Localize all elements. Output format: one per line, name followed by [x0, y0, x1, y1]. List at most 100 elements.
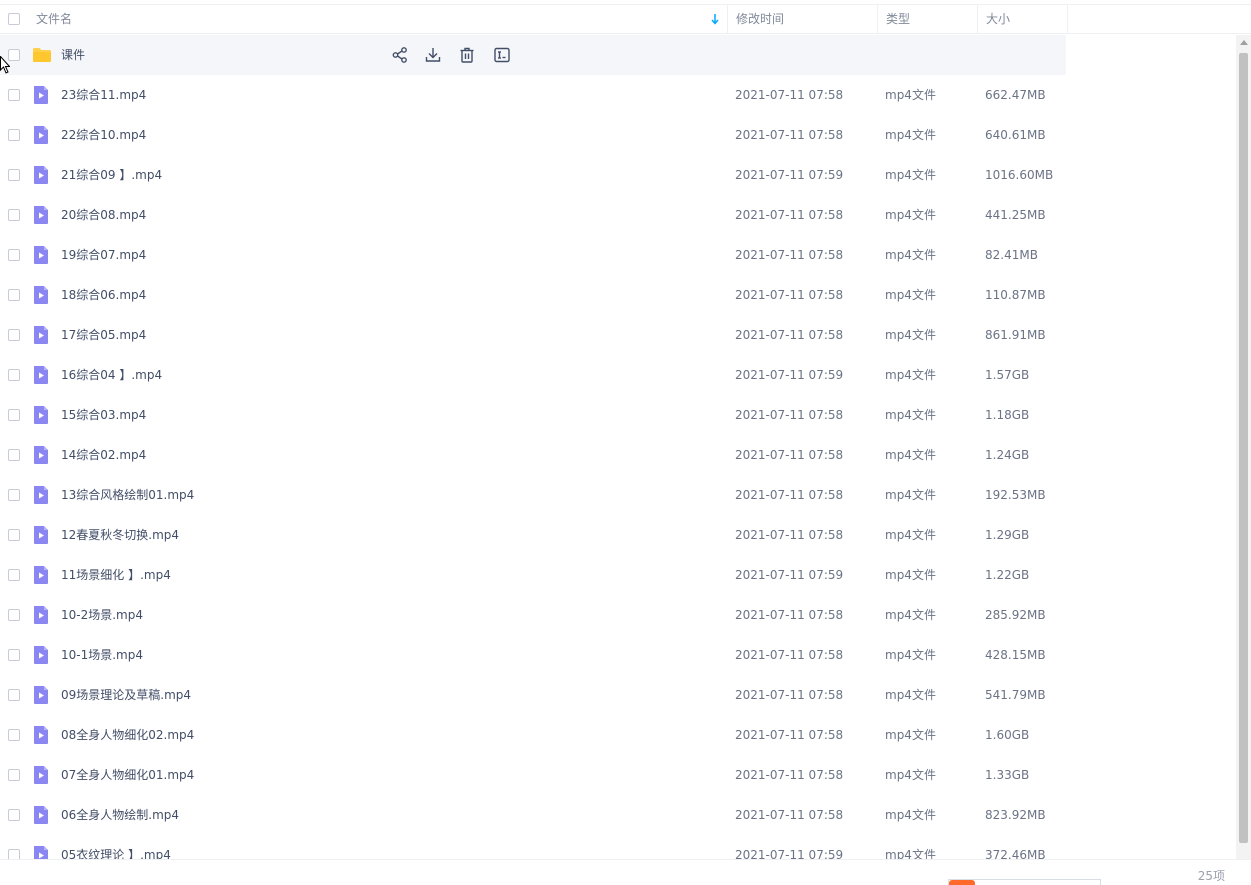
- file-type: mp4文件: [885, 768, 936, 782]
- file-name[interactable]: 16综合04 】.mp4: [61, 355, 162, 395]
- file-row[interactable]: 13综合风格绘制01.mp4 2021-07-11 07:58 mp4文件 19…: [0, 475, 1066, 515]
- row-checkbox[interactable]: [8, 489, 20, 501]
- row-checkbox[interactable]: [8, 769, 20, 781]
- file-mtime: 2021-07-11 07:58: [735, 688, 844, 702]
- row-checkbox[interactable]: [8, 529, 20, 541]
- file-name[interactable]: 15综合03.mp4: [61, 395, 146, 435]
- row-checkbox[interactable]: [8, 329, 20, 341]
- file-size: 1.57GB: [985, 368, 1030, 382]
- file-name[interactable]: 23综合11.mp4: [61, 75, 146, 115]
- row-checkbox[interactable]: [8, 649, 20, 661]
- column-header-mtime[interactable]: 修改时间: [727, 5, 877, 33]
- column-header-size[interactable]: 大小: [977, 5, 1067, 33]
- file-row[interactable]: 22综合10.mp4 2021-07-11 07:58 mp4文件 640.61…: [0, 115, 1066, 155]
- file-row[interactable]: 15综合03.mp4 2021-07-11 07:58 mp4文件 1.18GB: [0, 395, 1066, 435]
- row-checkbox[interactable]: [8, 409, 20, 421]
- row-checkbox[interactable]: [8, 289, 20, 301]
- file-row[interactable]: 09场景理论及草稿.mp4 2021-07-11 07:58 mp4文件 541…: [0, 675, 1066, 715]
- file-name[interactable]: 21综合09 】.mp4: [61, 155, 162, 195]
- file-name[interactable]: 09场景理论及草稿.mp4: [61, 675, 191, 715]
- file-row[interactable]: 05衣纹理论 】.mp4 2021-07-11 07:59 mp4文件 372.…: [0, 835, 1066, 859]
- row-checkbox[interactable]: [8, 249, 20, 261]
- row-checkbox[interactable]: [8, 609, 20, 621]
- folder-name[interactable]: 课件: [61, 35, 85, 75]
- file-row[interactable]: 17综合05.mp4 2021-07-11 07:58 mp4文件 861.91…: [0, 315, 1066, 355]
- file-type: mp4文件: [885, 808, 936, 822]
- scroll-thumb[interactable]: [1239, 53, 1248, 843]
- file-mtime: 2021-07-11 07:58: [735, 88, 844, 102]
- file-row[interactable]: 14综合02.mp4 2021-07-11 07:58 mp4文件 1.24GB: [0, 435, 1066, 475]
- select-all-checkbox[interactable]: [8, 13, 20, 25]
- video-file-icon: [32, 325, 50, 345]
- file-name[interactable]: 12春夏秋冬切换.mp4: [61, 515, 179, 555]
- floating-widget[interactable]: [948, 879, 1101, 885]
- video-file-icon: [32, 245, 50, 265]
- file-mtime: 2021-07-11 07:58: [735, 208, 844, 222]
- file-mtime: 2021-07-11 07:58: [735, 488, 844, 502]
- video-file-icon: [32, 125, 50, 145]
- file-type: mp4文件: [885, 128, 936, 142]
- file-name[interactable]: 05衣纹理论 】.mp4: [61, 835, 171, 859]
- file-row[interactable]: 06全身人物绘制.mp4 2021-07-11 07:58 mp4文件 823.…: [0, 795, 1066, 835]
- column-header-name[interactable]: 文件名: [36, 5, 72, 33]
- file-row[interactable]: 23综合11.mp4 2021-07-11 07:58 mp4文件 662.47…: [0, 75, 1066, 115]
- file-name[interactable]: 22综合10.mp4: [61, 115, 146, 155]
- file-row[interactable]: 11场景细化 】.mp4 2021-07-11 07:59 mp4文件 1.22…: [0, 555, 1066, 595]
- row-checkbox[interactable]: [8, 369, 20, 381]
- row-checkbox[interactable]: [8, 729, 20, 741]
- download-icon[interactable]: [423, 45, 443, 65]
- file-name[interactable]: 14综合02.mp4: [61, 435, 146, 475]
- video-file-icon: [32, 85, 50, 105]
- row-checkbox[interactable]: [8, 169, 20, 181]
- row-checkbox[interactable]: [8, 569, 20, 581]
- file-row[interactable]: 21综合09 】.mp4 2021-07-11 07:59 mp4文件 1016…: [0, 155, 1066, 195]
- row-checkbox[interactable]: [8, 689, 20, 701]
- file-size: 285.92MB: [985, 608, 1046, 622]
- row-checkbox[interactable]: [8, 849, 20, 859]
- file-size: 110.87MB: [985, 288, 1046, 302]
- mouse-cursor-icon: [0, 55, 11, 74]
- vertical-scrollbar[interactable]: [1236, 35, 1251, 859]
- file-name[interactable]: 20综合08.mp4: [61, 195, 146, 235]
- file-row[interactable]: 08全身人物细化02.mp4 2021-07-11 07:58 mp4文件 1.…: [0, 715, 1066, 755]
- file-name[interactable]: 10-1场景.mp4: [61, 635, 143, 675]
- video-file-icon: [32, 525, 50, 545]
- file-type: mp4文件: [885, 328, 936, 342]
- row-checkbox[interactable]: [8, 89, 20, 101]
- column-header-type[interactable]: 类型: [877, 5, 977, 33]
- file-name[interactable]: 10-2场景.mp4: [61, 595, 143, 635]
- file-row[interactable]: 10-2场景.mp4 2021-07-11 07:58 mp4文件 285.92…: [0, 595, 1066, 635]
- rename-icon[interactable]: [492, 45, 512, 65]
- file-row[interactable]: 20综合08.mp4 2021-07-11 07:58 mp4文件 441.25…: [0, 195, 1066, 235]
- file-row[interactable]: 07全身人物细化01.mp4 2021-07-11 07:58 mp4文件 1.…: [0, 755, 1066, 795]
- file-name[interactable]: 08全身人物细化02.mp4: [61, 715, 194, 755]
- file-name[interactable]: 19综合07.mp4: [61, 235, 146, 275]
- row-checkbox[interactable]: [8, 809, 20, 821]
- row-checkbox[interactable]: [8, 209, 20, 221]
- file-row[interactable]: 12春夏秋冬切换.mp4 2021-07-11 07:58 mp4文件 1.29…: [0, 515, 1066, 555]
- row-checkbox[interactable]: [8, 449, 20, 461]
- delete-icon[interactable]: [457, 45, 477, 65]
- share-icon[interactable]: [390, 45, 410, 65]
- file-name[interactable]: 07全身人物细化01.mp4: [61, 755, 194, 795]
- file-row[interactable]: 10-1场景.mp4 2021-07-11 07:58 mp4文件 428.15…: [0, 635, 1066, 675]
- video-file-icon: [32, 645, 50, 665]
- file-name[interactable]: 13综合风格绘制01.mp4: [61, 475, 194, 515]
- file-list: 课件 23综合11.mp4 2021-07-11 07:58 mp4文件 662…: [0, 35, 1236, 859]
- file-type: mp4文件: [885, 408, 936, 422]
- file-size: 662.47MB: [985, 88, 1046, 102]
- file-row[interactable]: 16综合04 】.mp4 2021-07-11 07:59 mp4文件 1.57…: [0, 355, 1066, 395]
- file-mtime: 2021-07-11 07:58: [735, 128, 844, 142]
- file-size: 541.79MB: [985, 688, 1046, 702]
- file-name[interactable]: 06全身人物绘制.mp4: [61, 795, 179, 835]
- row-checkbox[interactable]: [8, 129, 20, 141]
- file-name[interactable]: 11场景细化 】.mp4: [61, 555, 171, 595]
- folder-row[interactable]: 课件: [0, 35, 1066, 75]
- scroll-up-arrow-icon[interactable]: [1240, 40, 1248, 45]
- file-row[interactable]: 18综合06.mp4 2021-07-11 07:58 mp4文件 110.87…: [0, 275, 1066, 315]
- file-name[interactable]: 17综合05.mp4: [61, 315, 146, 355]
- file-row[interactable]: 19综合07.mp4 2021-07-11 07:58 mp4文件 82.41M…: [0, 235, 1066, 275]
- file-name[interactable]: 18综合06.mp4: [61, 275, 146, 315]
- sort-arrow-down-icon[interactable]: [709, 12, 721, 26]
- file-mtime: 2021-07-11 07:59: [735, 568, 844, 582]
